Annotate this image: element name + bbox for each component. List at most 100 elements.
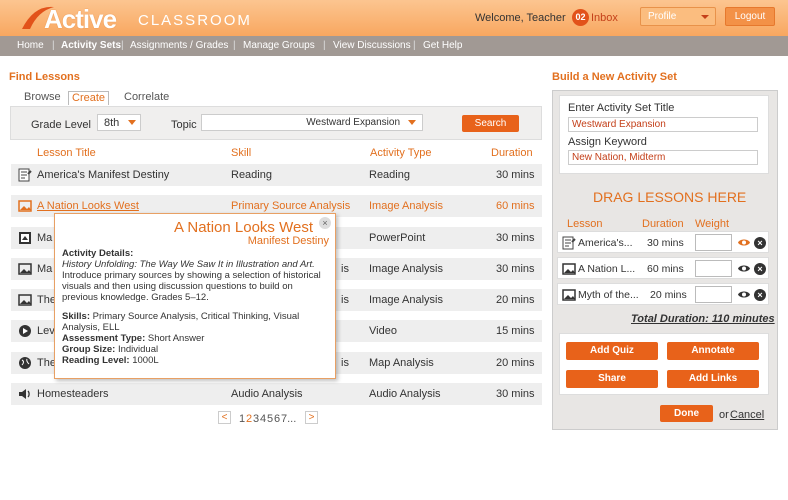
pager-page-4[interactable]: 4 <box>260 413 266 425</box>
pager-page-more[interactable]: 7... <box>281 413 296 425</box>
remove-icon[interactable]: × <box>754 237 766 249</box>
inbox-link[interactable]: Inbox <box>591 12 618 24</box>
add-links-button[interactable]: Add Links <box>667 370 759 388</box>
lesson-duration: 20 mins <box>496 294 535 306</box>
set-lesson-row[interactable]: Myth of the... 20 mins × <box>557 283 769 305</box>
col-skill[interactable]: Skill <box>231 147 251 159</box>
nav-get-help[interactable]: Get Help <box>423 40 462 51</box>
popup-reading-label: Reading Level: <box>62 355 130 366</box>
tab-create[interactable]: Create <box>68 91 110 105</box>
pager-page-2-current[interactable]: 2 <box>246 413 252 425</box>
lesson-row[interactable]: Homesteaders Audio Analysis Audio Analys… <box>11 383 542 405</box>
set-lesson-row[interactable]: America's... 30 mins × <box>557 231 769 253</box>
nav-assignments-grades[interactable]: Assignments / Grades <box>130 40 228 51</box>
chevron-down-icon <box>701 15 709 19</box>
lesson-duration: 15 mins <box>496 325 535 337</box>
topic-label: Topic <box>171 119 197 131</box>
nav-view-discussions[interactable]: View Discussions <box>333 40 411 51</box>
popup-skills-value: Primary Source Analysis, Critical Thinki… <box>62 311 300 333</box>
weight-input[interactable] <box>695 234 732 251</box>
col-lesson-title[interactable]: Lesson Title <box>37 147 96 159</box>
set-lesson-duration: 60 mins <box>647 263 684 275</box>
image-icon <box>562 289 576 301</box>
cancel-link[interactable]: Cancel <box>730 409 764 421</box>
lesson-skill: Audio Analysis <box>231 388 303 400</box>
lesson-title[interactable]: Ma <box>37 263 52 275</box>
top-header: Active CLASSROOM Welcome, Teacher 02 Inb… <box>0 0 788 36</box>
lesson-duration: 30 mins <box>496 388 535 400</box>
nav-manage-groups[interactable]: Manage Groups <box>243 40 315 51</box>
remove-icon[interactable]: × <box>754 263 766 275</box>
lesson-title[interactable]: America's Manifest Destiny <box>37 169 169 181</box>
keyword-input[interactable]: New Nation, Midterm <box>568 150 758 165</box>
topic-select[interactable]: Westward Expansion <box>201 114 423 131</box>
grade-level-value: 8th <box>104 117 120 129</box>
nav-home[interactable]: Home <box>17 40 44 51</box>
pager-page-5[interactable]: 5 <box>267 413 273 425</box>
video-icon <box>19 325 31 337</box>
lesson-row[interactable]: America's Manifest Destiny Reading Readi… <box>11 164 542 186</box>
pager-prev-button[interactable]: < <box>218 411 231 424</box>
lesson-activity-type: Map Analysis <box>369 357 434 369</box>
lesson-title[interactable]: A Nation Looks West <box>37 200 139 212</box>
welcome-text: Welcome, Teacher <box>475 12 566 24</box>
lesson-skill: Reading <box>231 169 272 181</box>
chevron-down-icon <box>408 120 416 125</box>
popup-reading-value: 1000L <box>132 355 159 366</box>
lesson-skill: is <box>341 263 349 275</box>
pager-next-button[interactable]: > <box>305 411 318 424</box>
inbox-count-badge[interactable]: 02 <box>572 9 589 26</box>
nav-separator: | <box>52 40 55 51</box>
pager-page-1[interactable]: 1 <box>239 413 245 425</box>
image-icon <box>18 294 32 306</box>
tab-correlate[interactable]: Correlate <box>124 91 169 105</box>
lesson-title[interactable]: Lev <box>37 325 55 337</box>
total-duration: Total Duration: 110 minutes <box>631 313 775 325</box>
nav-activity-sets[interactable]: Activity Sets <box>61 40 121 51</box>
build-set-title: Build a New Activity Set <box>552 71 677 83</box>
nav-separator: | <box>233 40 236 51</box>
lesson-activity-type: Image Analysis <box>369 294 443 306</box>
profile-dropdown[interactable]: Profile <box>640 7 716 26</box>
lesson-skill: is <box>341 357 349 369</box>
set-title-input[interactable]: Westward Expansion <box>568 117 758 132</box>
tab-browse[interactable]: Browse <box>24 91 61 105</box>
search-button[interactable]: Search <box>462 115 519 132</box>
pager-page-6[interactable]: 6 <box>274 413 280 425</box>
popup-skills-label: Skills: <box>62 311 90 322</box>
or-text: or <box>719 409 729 421</box>
document-icon <box>562 236 576 250</box>
globe-icon <box>19 357 31 369</box>
eye-icon[interactable] <box>737 263 751 274</box>
filter-panel: Grade Level 8th Topic Westward Expansion… <box>10 106 542 140</box>
add-quiz-button[interactable]: Add Quiz <box>566 342 658 360</box>
weight-input[interactable] <box>695 260 732 277</box>
lesson-title[interactable]: Homesteaders <box>37 388 109 400</box>
done-button[interactable]: Done <box>660 405 713 422</box>
remove-icon[interactable]: × <box>754 289 766 301</box>
find-lessons-title: Find Lessons <box>9 71 80 83</box>
lesson-activity-type: Image Analysis <box>369 200 443 212</box>
lesson-duration: 60 mins <box>496 200 535 212</box>
set-lesson-title: Myth of the... <box>578 289 639 301</box>
nav-separator: | <box>413 40 416 51</box>
annotate-button[interactable]: Annotate <box>667 342 759 360</box>
logo-active-text: Active <box>44 4 117 34</box>
grade-level-select[interactable]: 8th <box>97 114 141 131</box>
set-actions-box: Add Quiz Annotate Share Add Links <box>559 333 769 395</box>
set-lesson-duration: 20 mins <box>650 289 687 301</box>
weight-input[interactable] <box>695 286 732 303</box>
col-activity-type[interactable]: Activity Type <box>370 147 432 159</box>
set-lesson-row[interactable]: A Nation L... 60 mins × <box>557 257 769 279</box>
close-icon[interactable]: × <box>319 217 331 229</box>
lesson-title[interactable]: Ma <box>37 232 52 244</box>
logout-button[interactable]: Logout <box>725 7 775 26</box>
pager-page-3[interactable]: 3 <box>253 413 259 425</box>
eye-icon[interactable] <box>737 237 751 248</box>
nav-separator: | <box>323 40 326 51</box>
eye-icon[interactable] <box>737 289 751 300</box>
col-duration[interactable]: Duration <box>491 147 533 159</box>
lesson-duration: 30 mins <box>496 232 535 244</box>
share-button[interactable]: Share <box>566 370 658 388</box>
image-icon <box>18 200 32 212</box>
